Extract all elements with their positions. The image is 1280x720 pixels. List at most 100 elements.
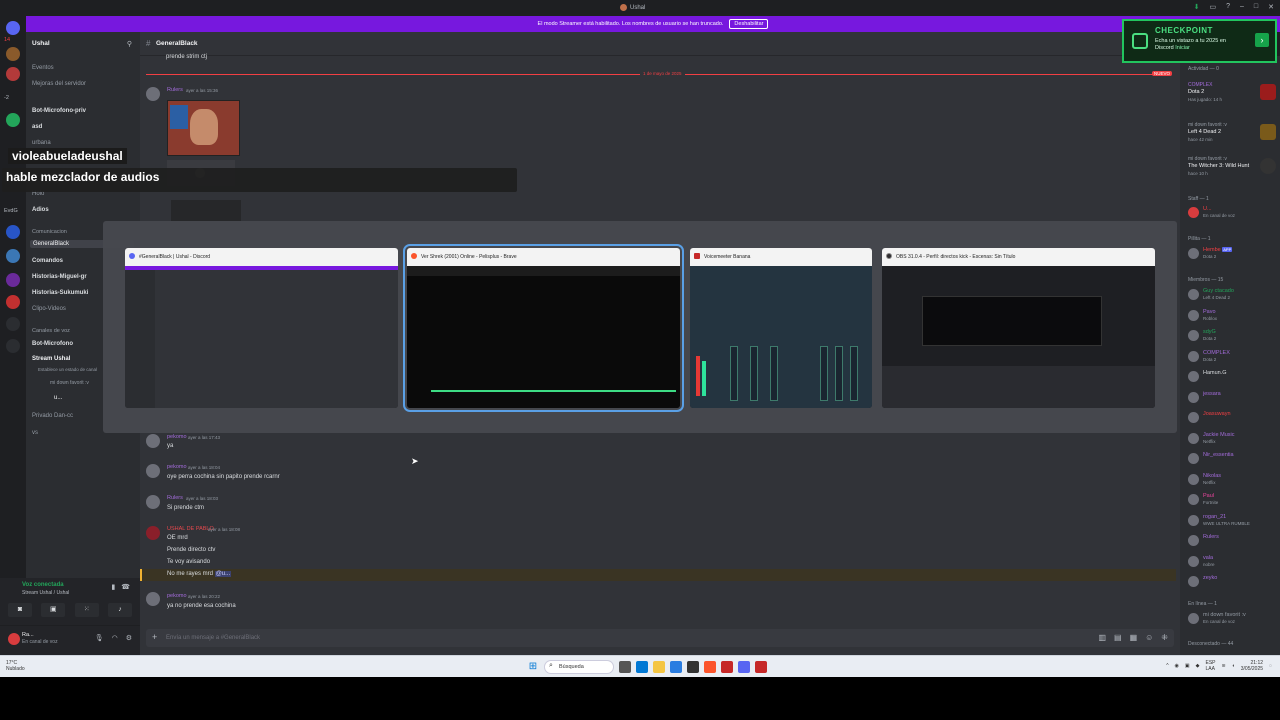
user-name[interactable]: Ra... <box>22 632 34 638</box>
sidebar-item-eventos[interactable]: Eventos <box>32 65 54 71</box>
window-thumbnail-brave[interactable]: Ver Shrek (2001) Online - Pelisplus - Br… <box>403 244 684 412</box>
help-icon[interactable]: ? <box>1226 3 1230 11</box>
sidebar-item-stream-ushal[interactable]: Stream Ushal <box>32 356 70 362</box>
tray-app-icon[interactable]: ◉ <box>1175 663 1179 669</box>
member-item[interactable]: Jackie Music Netflix <box>1188 432 1278 446</box>
sidebar-item-clipo-videos[interactable]: Clipo-Videos <box>32 306 66 312</box>
voice-channel-name[interactable]: Stream Ushal / Ushal <box>22 590 69 596</box>
sidebar-item-adios[interactable]: Adios <box>32 207 49 213</box>
search-input[interactable]: ⌕ Búsqueda <box>544 660 614 674</box>
avatar[interactable] <box>146 464 160 478</box>
window-thumbnail-voicemeeter[interactable]: Voicemeeter Banana <box>690 248 872 408</box>
user-mention[interactable]: @u... <box>214 571 232 577</box>
brave-icon[interactable] <box>704 661 716 673</box>
member-item[interactable]: Guy ctacado Left 4 Dead 2 <box>1188 288 1278 302</box>
activity-card[interactable]: mi down favorit :v The Witcher 3: Wild H… <box>1186 156 1278 184</box>
sidebar-item-bot-microfono[interactable]: Bot-Microfono <box>32 341 73 347</box>
message-input[interactable]: + Envía un mensaje a #GeneralBlack ▥ ▤ ▦… <box>146 629 1174 647</box>
keyboard-language[interactable]: ESP LAA <box>1206 660 1216 672</box>
voice-connected-title[interactable]: Voz conectada <box>22 582 64 588</box>
avatar[interactable] <box>146 526 160 540</box>
sidebar-item-asd[interactable]: asd <box>32 124 42 130</box>
inbox-icon[interactable]: ▭ <box>1209 3 1216 11</box>
sidebar-item-bot-microfono-priv[interactable]: Bot-Microfono-priv <box>32 108 86 114</box>
voice-channel-status[interactable]: Establece un estado de canal <box>38 367 97 372</box>
checkpoint-banner[interactable]: CHECKPOINT Echa un vistazo a tu 2025 en … <box>1122 19 1277 63</box>
maximize-button[interactable]: □ <box>1254 3 1258 11</box>
windows-start-icon[interactable]: ⊞ <box>527 661 539 673</box>
close-button[interactable]: ✕ <box>1268 3 1274 11</box>
activity-card[interactable]: COMPLEX Dota 2 Has jugado: 14 h <box>1186 82 1278 110</box>
server-icon[interactable] <box>6 113 20 127</box>
image-attachment[interactable] <box>167 100 240 156</box>
soundboard-button[interactable]: ♪ <box>107 603 132 617</box>
avatar[interactable] <box>146 434 160 448</box>
server-icon[interactable] <box>6 295 20 309</box>
microphone-icon[interactable]: 🎙︎ <box>95 634 104 642</box>
member-item[interactable]: Hembe APP Dota 2 <box>1188 247 1278 261</box>
activity-card[interactable]: mi down favorit :v Left 4 Dead 2 hace 42… <box>1186 122 1278 150</box>
member-item[interactable]: sdyG Dota 2 <box>1188 329 1278 343</box>
activities-button[interactable]: ⁙ <box>74 603 99 617</box>
message-author[interactable]: Rulers <box>167 495 183 501</box>
sidebar-item-mejoras[interactable]: Mejoras del servidor <box>32 81 86 87</box>
member-item[interactable]: Joasuwayn <box>1188 411 1278 425</box>
avatar[interactable] <box>146 495 160 509</box>
gift-icon[interactable]: ▥ <box>1098 633 1106 642</box>
image-attachment[interactable] <box>171 200 241 222</box>
message-input-placeholder[interactable]: Envía un mensaje a #GeneralBlack <box>166 635 260 641</box>
avatar[interactable] <box>146 87 160 101</box>
file-explorer-icon[interactable] <box>653 661 665 673</box>
sidebar-item-comandos[interactable]: Comandos <box>32 258 63 264</box>
download-icon[interactable]: ⬇ <box>1194 3 1200 11</box>
server-name[interactable]: Ushal <box>32 40 50 47</box>
member-item[interactable]: Rulers <box>1188 534 1278 548</box>
category-canales-de-voz[interactable]: Canales de voz <box>32 328 70 334</box>
gear-icon[interactable]: ⚙ <box>126 634 132 642</box>
discord-icon[interactable] <box>738 661 750 673</box>
app-icon[interactable] <box>687 661 699 673</box>
voicemeeter-icon[interactable] <box>721 661 733 673</box>
emoji-icon[interactable]: ☺ <box>1145 633 1153 642</box>
add-attachment-icon[interactable]: + <box>152 632 157 642</box>
tray-chevron-icon[interactable]: ^ <box>1166 663 1168 669</box>
disconnect-icon[interactable]: ☎ <box>121 583 130 591</box>
arrow-right-icon[interactable]: › <box>1255 33 1269 47</box>
member-item[interactable]: Paul Fortnite <box>1188 493 1278 507</box>
headphones-icon[interactable]: ◠ <box>112 634 118 642</box>
category-comunicacion[interactable]: Comunicacion <box>32 229 67 235</box>
add-server-icon[interactable] <box>6 317 20 331</box>
sidebar-item-historias-miguel[interactable]: Historias-Miguel-gr <box>32 274 87 280</box>
sidebar-item-historias-sukumuki[interactable]: Historias-Sukumuki <box>32 290 88 296</box>
member-item[interactable]: Nir_essentia <box>1188 452 1278 466</box>
camera-button[interactable]: ◙ <box>8 603 32 617</box>
gif-icon[interactable]: ▤ <box>1114 633 1122 642</box>
member-item[interactable]: jessara <box>1188 391 1278 405</box>
screen-share-button[interactable]: ▣ <box>41 603 66 617</box>
message-author[interactable]: USHAL DE PABLO <box>167 526 214 532</box>
avatar[interactable] <box>8 633 20 645</box>
volume-icon[interactable]: ◖ <box>1232 663 1235 669</box>
member-item[interactable]: vala nobre <box>1188 555 1278 569</box>
member-item[interactable]: mi down favorit :v En canal de voz <box>1188 612 1278 626</box>
message-author[interactable]: pekomo <box>167 464 187 470</box>
server-icon[interactable] <box>6 47 20 61</box>
signal-icon[interactable]: ▮ <box>111 583 115 591</box>
notification-bell-icon[interactable]: ◌ <box>1269 663 1272 669</box>
message-author[interactable]: pekomo <box>167 593 187 599</box>
edge-icon[interactable] <box>636 661 648 673</box>
member-item[interactable]: Pavo Roblox <box>1188 309 1278 323</box>
server-icon[interactable] <box>6 67 20 81</box>
disable-streamer-button[interactable]: Deshabilitar <box>729 19 769 29</box>
member-item[interactable]: zeyko <box>1188 575 1278 589</box>
member-item[interactable]: U... En canal de voz <box>1188 206 1278 220</box>
window-thumbnail-obs[interactable]: OBS 31.0.4 - Perfil: directos kick - Esc… <box>882 248 1155 408</box>
task-view-icon[interactable] <box>619 661 631 673</box>
tray-app-icon[interactable]: ◆ <box>1196 663 1200 669</box>
member-item[interactable]: Hamun.G <box>1188 370 1278 384</box>
message-author[interactable]: Rulers <box>167 87 183 93</box>
app-icon[interactable] <box>670 661 682 673</box>
wifi-icon[interactable]: ≋ <box>1222 663 1226 669</box>
minimize-button[interactable]: – <box>1240 3 1244 11</box>
member-item[interactable]: rogan_21 WWE ULTRA RUMBLE <box>1188 514 1278 528</box>
